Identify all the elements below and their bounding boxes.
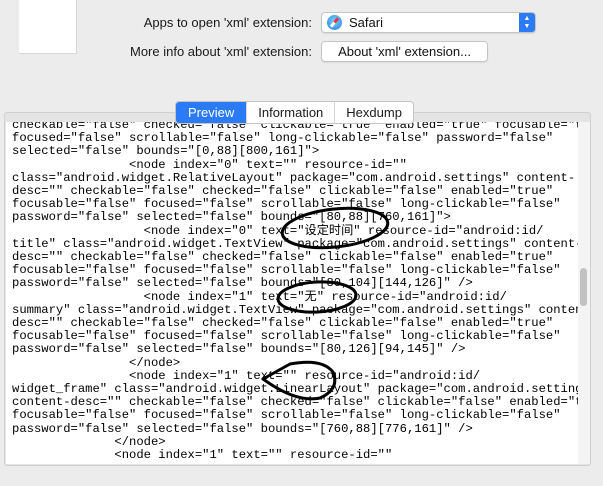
- more-info-row: More info about 'xml' extension:: [0, 40, 603, 64]
- app-select-dropdown[interactable]: Safari ▲ ▼: [321, 12, 536, 33]
- apps-label: Apps to open 'xml' extension:: [143, 15, 312, 30]
- chevron-updown-icon: ▲ ▼: [519, 13, 535, 32]
- scrollbar-thumb[interactable]: [580, 268, 587, 306]
- tab-preview[interactable]: Preview: [176, 102, 247, 123]
- xml-preview-area[interactable]: checkable="false" checked="false" clicka…: [6, 122, 582, 464]
- vertical-scrollbar[interactable]: [578, 122, 590, 464]
- about-extension-button[interactable]: About 'xml' extension...: [321, 41, 488, 62]
- tab-information[interactable]: Information: [246, 102, 334, 123]
- app-select-value: Safari: [349, 15, 383, 30]
- tab-hexdump[interactable]: Hexdump: [334, 102, 413, 123]
- more-info-label: More info about 'xml' extension:: [130, 44, 312, 59]
- xml-source-text: checkable="false" checked="false" clicka…: [12, 122, 582, 463]
- safari-icon: [327, 15, 342, 30]
- tab-bar: Preview Information Hexdump: [175, 101, 414, 124]
